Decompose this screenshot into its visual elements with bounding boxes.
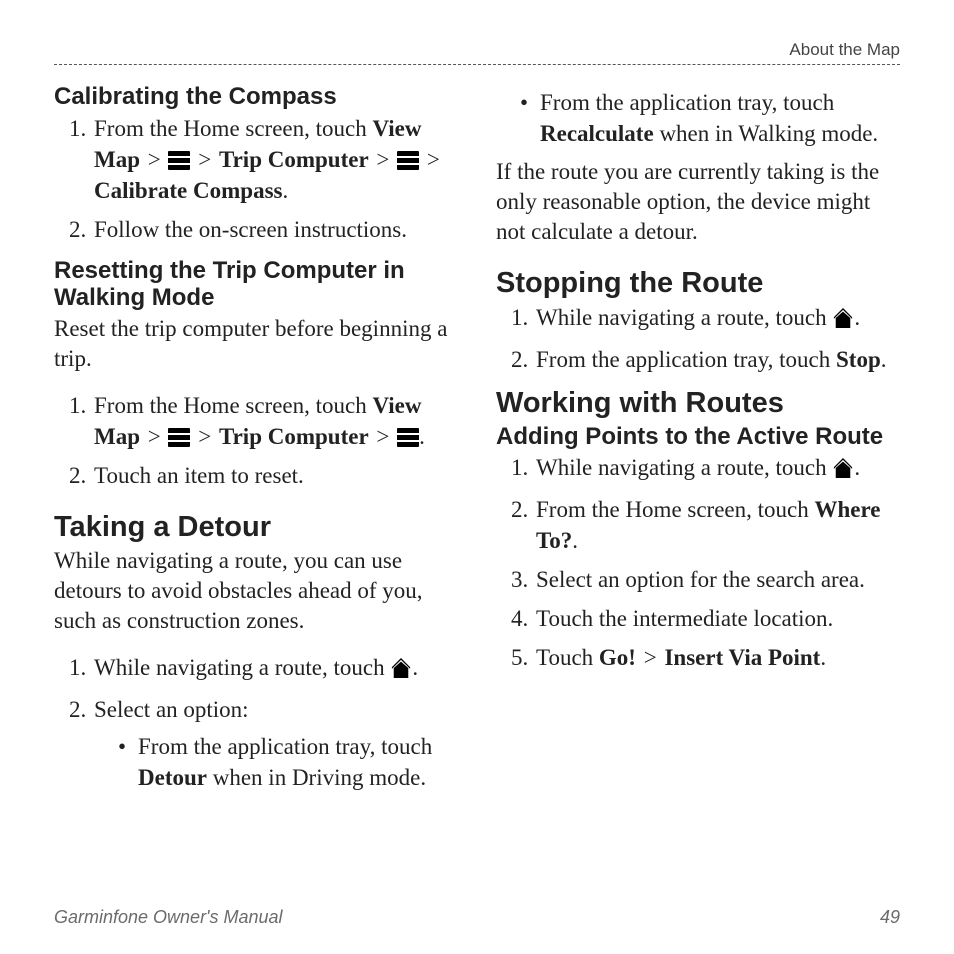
running-head: About the Map xyxy=(54,40,900,65)
heading-calibrate-compass: Calibrating the Compass xyxy=(54,83,458,111)
home-icon xyxy=(390,655,412,686)
label-calibrate-compass: Calibrate Compass xyxy=(94,178,282,203)
text: when in Walking mode. xyxy=(654,121,879,146)
gt-icon: > xyxy=(369,147,397,172)
menu-icon xyxy=(397,428,419,447)
working-step-2: From the Home screen, touch Where To?. xyxy=(534,494,900,556)
label-trip-computer: Trip Computer xyxy=(219,424,369,449)
heading-stopping-route: Stopping the Route xyxy=(496,267,900,300)
heading-reset-trip: Resetting the Trip Computer in Walking M… xyxy=(54,257,458,312)
period: . xyxy=(881,347,887,372)
detour-step-2: Select an option: From the application t… xyxy=(92,694,458,793)
content-columns: Calibrating the Compass From the Home sc… xyxy=(54,83,900,805)
label-insert-via: Insert Via Point xyxy=(664,645,820,670)
detour-note: If the route you are currently taking is… xyxy=(496,157,900,247)
left-column: Calibrating the Compass From the Home sc… xyxy=(54,83,458,805)
label-go: Go! xyxy=(599,645,636,670)
detour-steps: While navigating a route, touch . Select… xyxy=(54,652,458,793)
working-step-4: Touch the intermediate location. xyxy=(534,603,900,634)
gt-icon: > xyxy=(190,147,218,172)
gt-icon: > xyxy=(190,424,218,449)
menu-icon xyxy=(397,151,419,170)
detour-options-cont: From the application tray, touch Recalcu… xyxy=(496,87,900,149)
label-trip-computer: Trip Computer xyxy=(219,147,369,172)
reset-step-2: Touch an item to reset. xyxy=(92,460,458,491)
period: . xyxy=(854,305,860,330)
stop-steps: While navigating a route, touch . From t… xyxy=(496,302,900,375)
compass-step-1: From the Home screen, touch View Map > >… xyxy=(92,113,458,206)
footer-title: Garminfone Owner's Manual xyxy=(54,907,283,928)
manual-page: About the Map Calibrating the Compass Fr… xyxy=(0,0,954,954)
reset-step-1: From the Home screen, touch View Map > >… xyxy=(92,390,458,452)
working-step-1: While navigating a route, touch . xyxy=(534,452,900,486)
gt-icon: > xyxy=(140,147,168,172)
home-icon xyxy=(832,305,854,336)
compass-steps: From the Home screen, touch View Map > >… xyxy=(54,113,458,245)
period: . xyxy=(419,424,425,449)
heading-working-routes: Working with Routes xyxy=(496,387,900,420)
menu-icon xyxy=(168,428,190,447)
detour-options: From the application tray, touch Detour … xyxy=(94,731,458,793)
gt-icon: > xyxy=(636,645,664,670)
stop-step-2: From the application tray, touch Stop. xyxy=(534,344,900,375)
text: From the Home screen, touch xyxy=(94,393,372,418)
detour-option-driving: From the application tray, touch Detour … xyxy=(118,731,458,793)
text: From the application tray, touch xyxy=(536,347,836,372)
label-recalculate: Recalculate xyxy=(540,121,654,146)
detour-step-1: While navigating a route, touch . xyxy=(92,652,458,686)
text: From the Home screen, touch xyxy=(94,116,372,141)
working-step-5: Touch Go! > Insert Via Point. xyxy=(534,642,900,673)
page-footer: Garminfone Owner's Manual 49 xyxy=(54,907,900,928)
stop-step-1: While navigating a route, touch . xyxy=(534,302,900,336)
reset-steps: From the Home screen, touch View Map > >… xyxy=(54,390,458,491)
label-stop: Stop xyxy=(836,347,881,372)
footer-page-number: 49 xyxy=(880,907,900,928)
heading-taking-detour: Taking a Detour xyxy=(54,511,458,544)
working-step-3: Select an option for the search area. xyxy=(534,564,900,595)
home-icon xyxy=(832,455,854,486)
heading-adding-points: Adding Points to the Active Route xyxy=(496,423,900,451)
compass-step-2: Follow the on-screen instructions. xyxy=(92,214,458,245)
menu-icon xyxy=(168,151,190,170)
text: While navigating a route, touch xyxy=(94,655,390,680)
text: While navigating a route, touch xyxy=(536,305,832,330)
detour-option-walking: From the application tray, touch Recalcu… xyxy=(520,87,900,149)
working-steps: While navigating a route, touch . From t… xyxy=(496,452,900,673)
gt-icon: > xyxy=(369,424,397,449)
detour-intro: While navigating a route, you can use de… xyxy=(54,546,458,636)
right-column: From the application tray, touch Recalcu… xyxy=(496,83,900,805)
period: . xyxy=(282,178,288,203)
text: From the application tray, touch xyxy=(138,734,432,759)
period: . xyxy=(854,455,860,480)
label-detour: Detour xyxy=(138,765,207,790)
gt-icon: > xyxy=(419,147,442,172)
text: While navigating a route, touch xyxy=(536,455,832,480)
reset-intro: Reset the trip computer before beginning… xyxy=(54,314,458,374)
gt-icon: > xyxy=(140,424,168,449)
text: when in Driving mode. xyxy=(207,765,426,790)
text: Select an option: xyxy=(94,697,249,722)
period: . xyxy=(572,528,578,553)
period: . xyxy=(820,645,826,670)
text: From the Home screen, touch xyxy=(536,497,814,522)
text: Touch xyxy=(536,645,599,670)
period: . xyxy=(412,655,418,680)
text: From the application tray, touch xyxy=(540,90,834,115)
